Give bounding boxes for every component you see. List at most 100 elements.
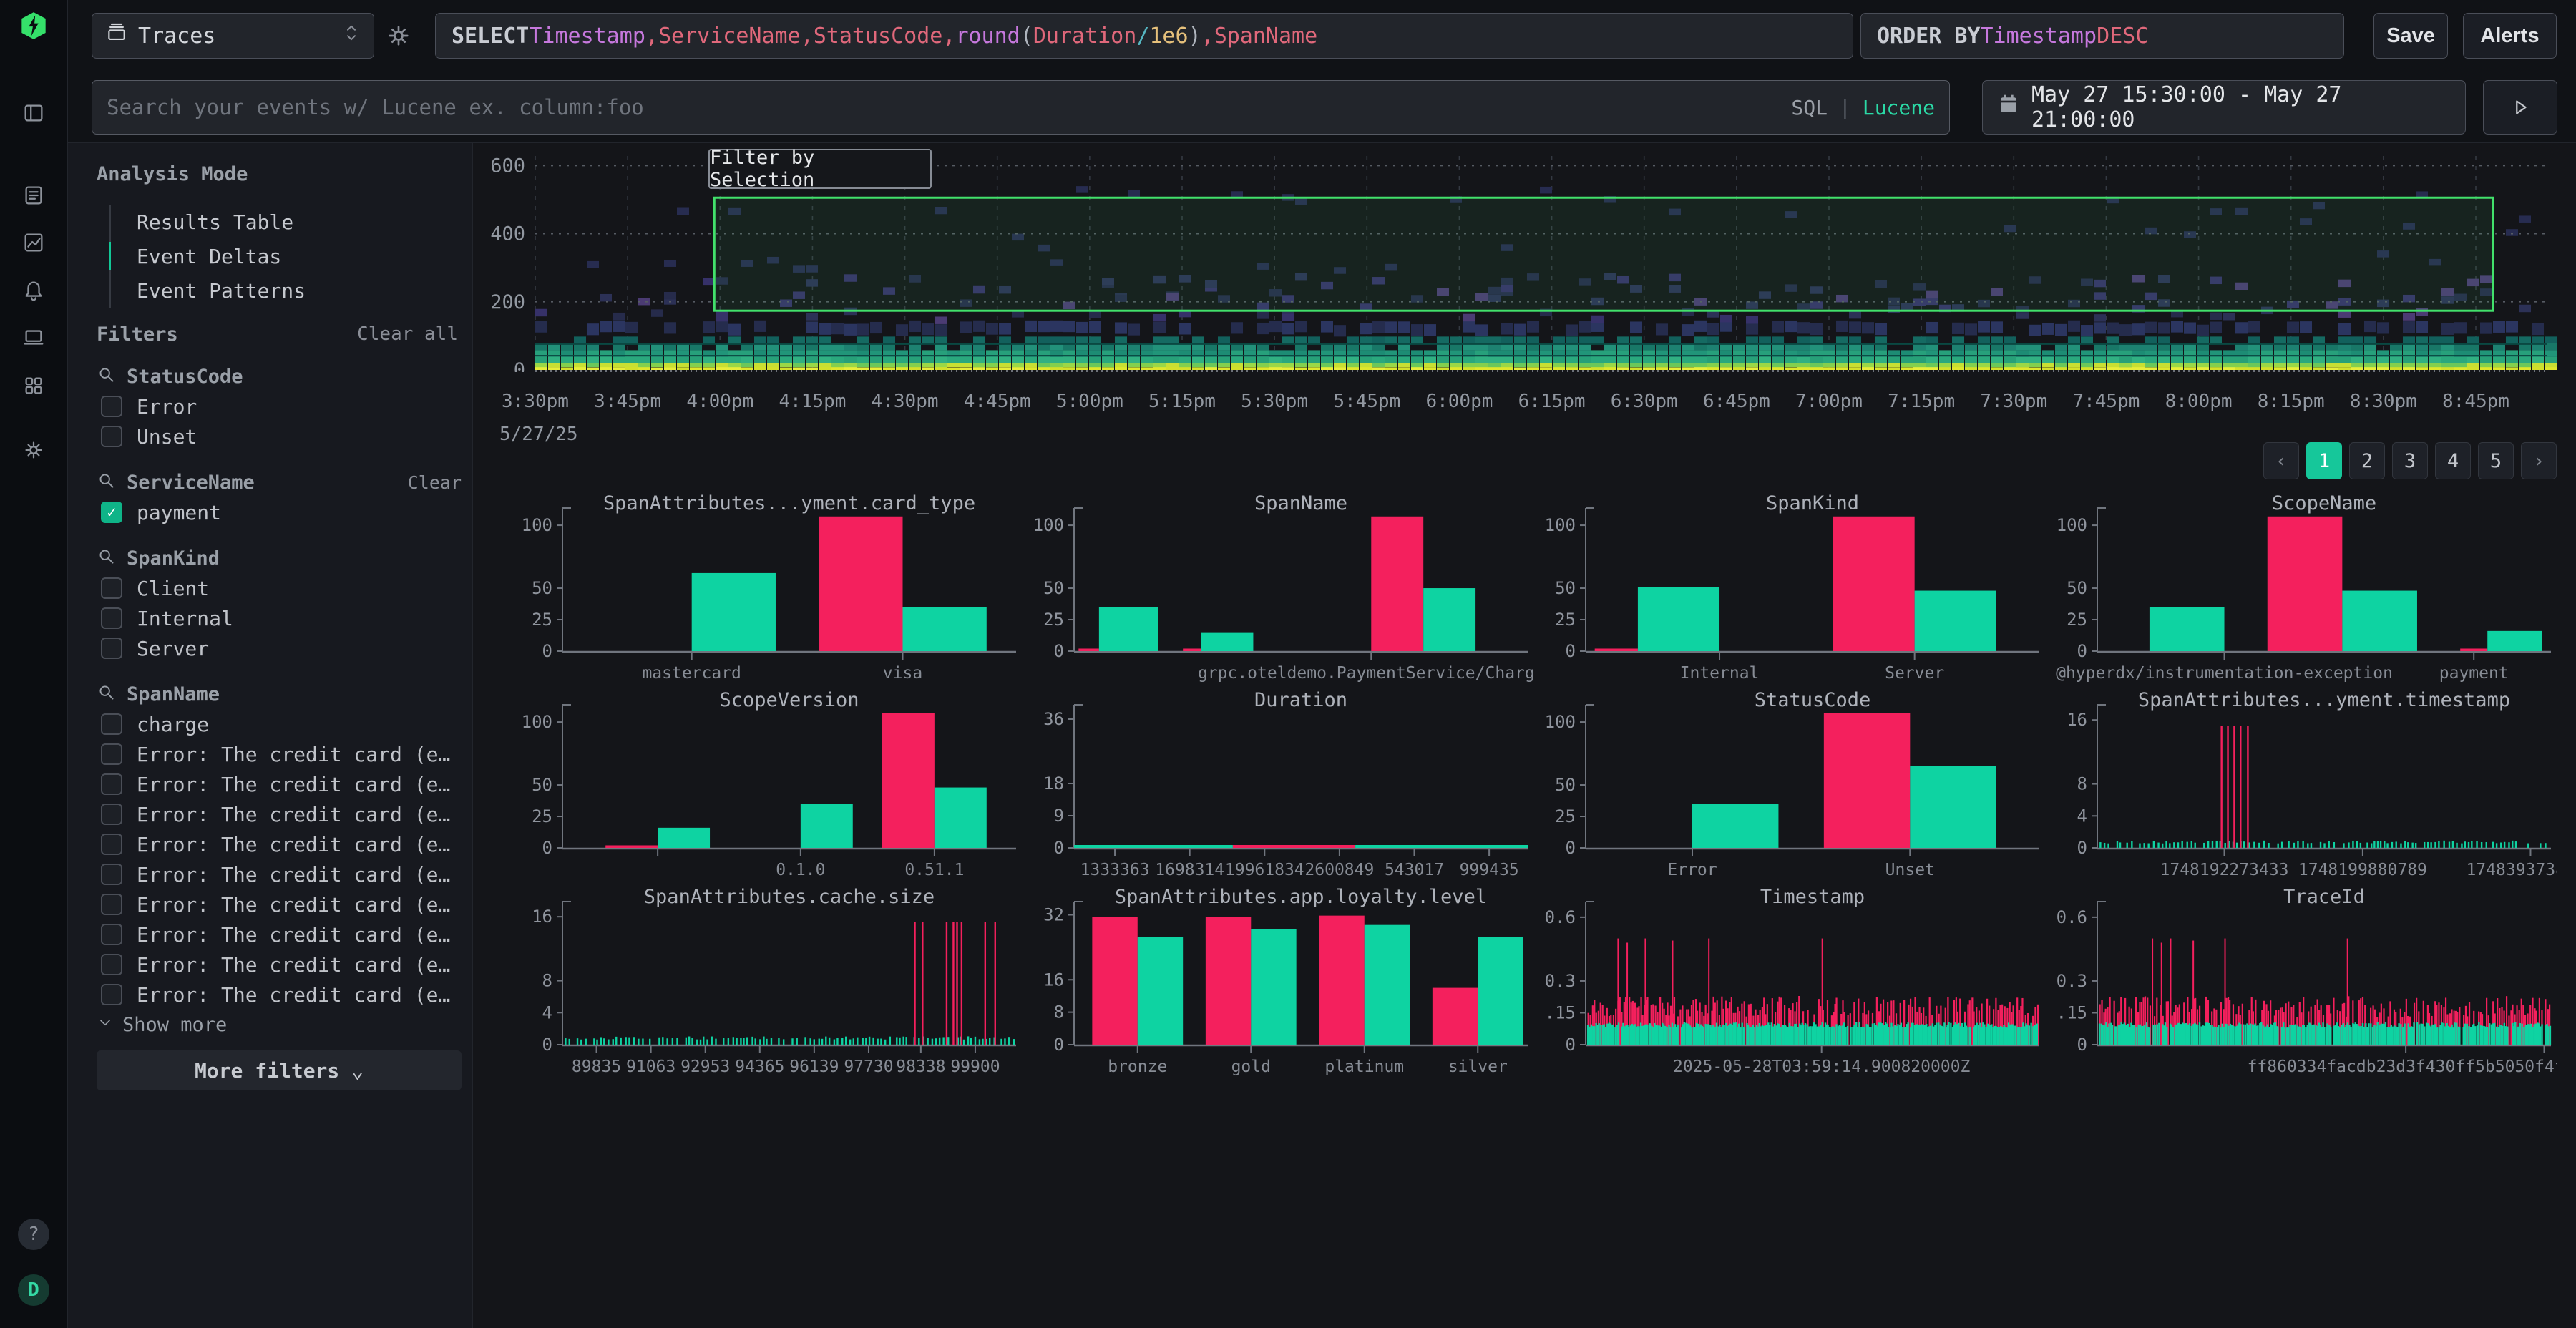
filter-option[interactable]: ✓payment (97, 497, 462, 527)
svg-text:@hyperdx/instrumentation-excep: @hyperdx/instrumentation-exception (2056, 664, 2393, 683)
source-select[interactable]: Traces (92, 13, 374, 59)
line-chart-icon[interactable] (19, 228, 48, 257)
page-button-1[interactable]: 1 (2306, 442, 2342, 479)
show-more-link[interactable]: Show more (97, 1010, 462, 1040)
checkbox[interactable] (101, 804, 122, 825)
svg-text:4: 4 (2077, 806, 2087, 826)
clear-group-link[interactable]: Clear (408, 472, 462, 493)
lucene-mode-toggle[interactable]: Lucene (1863, 96, 1935, 119)
svg-text:16: 16 (532, 907, 552, 927)
svg-text:98338: 98338 (896, 1058, 945, 1076)
filter-option[interactable]: Error: The credit card (end… (97, 769, 462, 799)
svg-text:Internal: Internal (1680, 664, 1760, 683)
svg-text:SpanAttributes.cache.size: SpanAttributes.cache.size (644, 886, 935, 908)
filter-option[interactable]: Error (97, 391, 462, 421)
filter-by-selection-tooltip[interactable]: Filter by Selection (708, 149, 932, 189)
analysis-mode-event-deltas[interactable]: Event Deltas (111, 239, 306, 273)
alerts-button[interactable]: Alerts (2463, 13, 2557, 59)
checkbox[interactable] (101, 894, 122, 915)
avatar[interactable]: D (18, 1274, 49, 1306)
filter-option[interactable]: charge (97, 709, 462, 739)
bell-icon[interactable] (19, 276, 48, 305)
filter-option[interactable]: Unset (97, 421, 462, 451)
checkbox[interactable] (101, 984, 122, 1005)
svg-text:25: 25 (1555, 610, 1576, 630)
checkbox[interactable] (101, 396, 122, 417)
page-button-2[interactable]: 2 (2349, 442, 2385, 479)
save-button[interactable]: Save (2373, 13, 2448, 59)
date-range-picker[interactable]: May 27 15:30:00 - May 27 21:00:00 (1982, 80, 2466, 135)
query-token: round (955, 24, 1020, 49)
clear-all-filters-link[interactable]: Clear all (357, 323, 458, 346)
sql-mode-toggle[interactable]: SQL (1791, 96, 1828, 119)
filter-option[interactable]: Error: The credit card (end… (97, 859, 462, 889)
svg-text:0: 0 (2077, 838, 2087, 858)
checkbox[interactable] (101, 713, 122, 735)
svg-text:SpanAttributes.app.loyalty.lev: SpanAttributes.app.loyalty.level (1115, 886, 1487, 908)
select-query-input[interactable]: SELECT Timestamp,ServiceName,StatusCode,… (435, 13, 1853, 59)
filter-option[interactable]: Server (97, 633, 462, 663)
filter-option[interactable]: Error: The credit card (end… (97, 980, 462, 1010)
prev-page-button[interactable]: ‹ (2263, 442, 2299, 479)
app-logo-icon[interactable] (19, 11, 48, 40)
logs-icon[interactable] (19, 181, 48, 210)
next-page-button[interactable]: › (2521, 442, 2557, 479)
checkbox[interactable] (101, 773, 122, 795)
page-button-3[interactable]: 3 (2392, 442, 2428, 479)
page-button-5[interactable]: 5 (2478, 442, 2514, 479)
filter-option[interactable]: Error: The credit card (end… (97, 799, 462, 829)
checkbox[interactable] (101, 638, 122, 659)
analysis-mode-event-patterns[interactable]: Event Patterns (111, 273, 306, 308)
checkbox[interactable] (101, 607, 122, 629)
search-input[interactable] (107, 95, 1780, 119)
checkbox[interactable] (101, 924, 122, 945)
filter-option[interactable]: Error: The credit card (end… (97, 949, 462, 980)
svg-text:0.3: 0.3 (2057, 971, 2087, 991)
charts-area: Filter by Selection 6004002000 3:30pm3:4… (474, 143, 2576, 1328)
query-token: / (1136, 24, 1149, 49)
svg-text:91063: 91063 (626, 1058, 675, 1076)
monitor-icon[interactable] (19, 323, 48, 352)
svg-text:1748199880789: 1748199880789 (2298, 861, 2427, 879)
panels-icon[interactable] (19, 99, 48, 127)
svg-text:SpanAttributes...yment.timesta: SpanAttributes...yment.timestamp (2138, 689, 2510, 711)
query-token: SpanName (1214, 24, 1318, 49)
filter-option[interactable]: Error: The credit card (end… (97, 739, 462, 769)
gear-icon[interactable] (19, 436, 48, 464)
help-button[interactable]: ? (18, 1219, 49, 1250)
filter-option[interactable]: Error: The credit card (end… (97, 829, 462, 859)
page-button-4[interactable]: 4 (2435, 442, 2471, 479)
svg-text:0: 0 (1566, 641, 1576, 661)
sidebar-rail: ? D (0, 0, 68, 1328)
checkbox[interactable] (101, 864, 122, 885)
run-query-button[interactable] (2483, 80, 2557, 135)
mini-chart-7: SpanAttributes...yment.timestamp16840174… (2056, 689, 2557, 884)
svg-text:0.3: 0.3 (1545, 971, 1576, 991)
grid-icon[interactable] (19, 371, 48, 400)
checkbox[interactable]: ✓ (101, 502, 122, 523)
checkbox[interactable] (101, 426, 122, 447)
query-token: ) (1189, 24, 1201, 49)
checkbox[interactable] (101, 743, 122, 765)
svg-text:0.51.1: 0.51.1 (904, 861, 964, 879)
svg-text:bronze: bronze (1108, 1058, 1167, 1076)
svg-text:92953: 92953 (680, 1058, 730, 1076)
checkbox[interactable] (101, 954, 122, 975)
filter-option[interactable]: Error: The credit card (end… (97, 919, 462, 949)
time-axis-label: 6:30pm (1594, 391, 1694, 412)
query-settings-gear-icon[interactable] (384, 21, 413, 50)
calendar-icon (1997, 93, 2020, 122)
analysis-mode-results-table[interactable]: Results Table (111, 205, 306, 239)
order-by-input[interactable]: ORDER BY Timestamp DESC (1860, 13, 2344, 59)
svg-text:0.6: 0.6 (2057, 907, 2087, 927)
filter-option[interactable]: Internal (97, 603, 462, 633)
svg-text:0: 0 (1566, 1035, 1576, 1055)
checkbox[interactable] (101, 834, 122, 855)
mini-chart-9: SpanAttributes.app.loyalty.level321680br… (1033, 886, 1533, 1080)
filter-option[interactable]: Error: The credit card (end… (97, 889, 462, 919)
checkbox[interactable] (101, 577, 122, 599)
filter-option[interactable]: Client (97, 573, 462, 603)
more-filters-button[interactable]: More filters ⌄ (97, 1050, 462, 1090)
filter-groups: StatusCodeErrorUnsetServiceNameClear✓pay… (97, 361, 462, 1055)
svg-text:543017: 543017 (1385, 861, 1444, 879)
